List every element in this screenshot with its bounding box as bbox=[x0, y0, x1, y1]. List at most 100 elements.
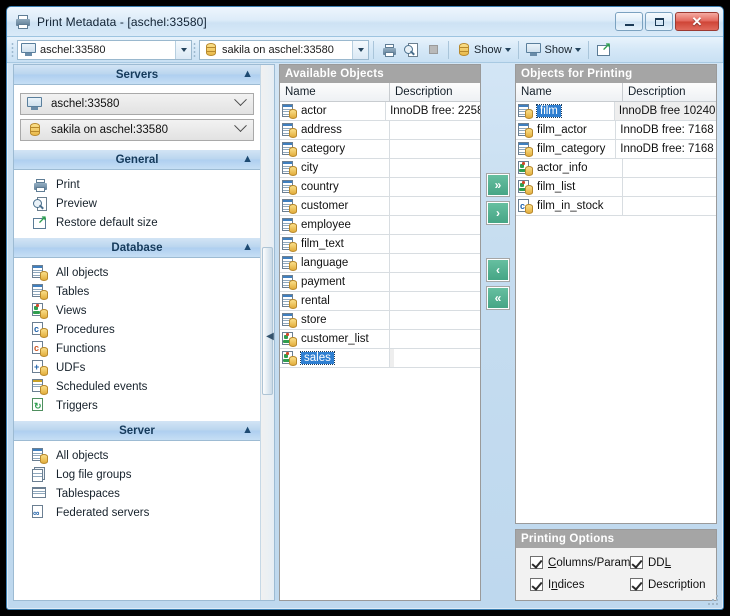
sidebar-section-general-header[interactable]: General ▲ bbox=[14, 150, 260, 170]
table-row[interactable]: customer_list bbox=[280, 330, 480, 349]
table-row[interactable]: language bbox=[280, 254, 480, 273]
preview-button[interactable] bbox=[400, 40, 422, 60]
move-left-button[interactable]: ‹ bbox=[487, 259, 509, 281]
table-row[interactable]: actor_info bbox=[516, 159, 716, 178]
chevron-up-icon-3[interactable]: ▲ bbox=[242, 242, 253, 253]
sidebar-item-udfs[interactable]: + UDFs bbox=[14, 358, 260, 377]
sidebar-section-database-header[interactable]: Database ▲ bbox=[14, 238, 260, 258]
row-name: film bbox=[536, 104, 562, 118]
row-name: employee bbox=[301, 219, 351, 231]
close-button[interactable]: ✕ bbox=[675, 12, 719, 31]
chevron-up-icon[interactable]: ▲ bbox=[242, 69, 253, 80]
available-objects-header-row: Name Description bbox=[280, 83, 480, 102]
database-combo[interactable]: sakila on aschel:33580 bbox=[199, 39, 369, 60]
table-row[interactable]: address bbox=[280, 121, 480, 140]
sidebar-item-log-file-groups[interactable]: Log file groups bbox=[14, 465, 260, 484]
table-row[interactable]: film_text bbox=[280, 235, 480, 254]
toolbar-grip-2[interactable] bbox=[193, 41, 196, 58]
udf-icon: + bbox=[32, 359, 48, 376]
sidebar-item-restore-default-size[interactable]: ↗ Restore default size bbox=[14, 213, 260, 232]
sidebar-item-tables-label: Tables bbox=[56, 285, 90, 298]
print-button[interactable] bbox=[378, 40, 400, 60]
minimize-button[interactable] bbox=[615, 12, 643, 31]
table-row[interactable]: actor InnoDB free: 2258 bbox=[280, 102, 480, 121]
table-row[interactable]: c film_in_stock bbox=[516, 197, 716, 216]
sidebar-item-federated-servers[interactable]: ∞ Federated servers bbox=[14, 503, 260, 522]
chevron-down-icon-3[interactable] bbox=[504, 47, 511, 52]
objects-for-printing-col-description[interactable]: Description bbox=[623, 83, 716, 101]
sidebar-section-server-header[interactable]: Server ▲ bbox=[14, 421, 260, 441]
check-icon-indices bbox=[530, 578, 543, 591]
table-row[interactable]: film InnoDB free 10240 k bbox=[516, 102, 716, 121]
restore-size-icon: ↗ bbox=[596, 41, 612, 58]
table-row[interactable]: customer bbox=[280, 197, 480, 216]
sidebar-section-servers-header[interactable]: Servers ▲ bbox=[14, 65, 260, 85]
chevron-up-icon-4[interactable]: ▲ bbox=[242, 425, 253, 436]
table-row[interactable]: category bbox=[280, 140, 480, 159]
restore-default-size-button[interactable]: ↗ bbox=[593, 40, 615, 60]
table-icon bbox=[518, 103, 533, 119]
table-row[interactable]: payment bbox=[280, 273, 480, 292]
move-all-left-button[interactable]: « bbox=[487, 287, 509, 309]
chevron-down-icon-2[interactable] bbox=[352, 40, 368, 59]
server-combo[interactable]: aschel:33580 bbox=[17, 39, 192, 60]
sidebar-collapse-handle[interactable]: ◀ bbox=[265, 317, 274, 355]
table-row[interactable]: employee bbox=[280, 216, 480, 235]
chevron-down-icon-6[interactable] bbox=[234, 119, 247, 133]
chevron-down-icon[interactable] bbox=[175, 40, 191, 59]
sidebar-item-procedures[interactable]: c Procedures bbox=[14, 320, 260, 339]
chevron-up-icon-2[interactable]: ▲ bbox=[242, 154, 253, 165]
view-icon bbox=[518, 179, 533, 195]
toolbar-grip[interactable] bbox=[11, 41, 14, 58]
sidebar-item-tables[interactable]: Tables bbox=[14, 282, 260, 301]
sidebar-database-combo[interactable]: sakila on aschel:33580 bbox=[20, 119, 254, 141]
checkbox-description[interactable]: Description bbox=[630, 578, 710, 591]
checkbox-columns-params[interactable]: Columns/Param bbox=[530, 556, 630, 569]
maximize-button[interactable] bbox=[645, 12, 673, 31]
table-row[interactable]: city bbox=[280, 159, 480, 178]
table-icon bbox=[282, 217, 297, 233]
resize-grip[interactable] bbox=[706, 593, 720, 607]
sidebar-item-print[interactable]: Print bbox=[14, 175, 260, 194]
available-objects-col-name[interactable]: Name bbox=[280, 83, 390, 101]
sidebar-item-udfs-label: UDFs bbox=[56, 361, 86, 374]
checkbox-description-label: Description bbox=[648, 578, 706, 591]
sidebar-item-views[interactable]: Views bbox=[14, 301, 260, 320]
sidebar-item-tablespaces[interactable]: Tablespaces bbox=[14, 484, 260, 503]
sidebar-item-server-all-objects-label: All objects bbox=[56, 449, 109, 462]
show-database-objects-button[interactable]: Show bbox=[453, 40, 514, 60]
table-row[interactable]: sales bbox=[280, 349, 480, 368]
checkbox-ddl[interactable]: DDL bbox=[630, 556, 710, 569]
table-row[interactable]: rental bbox=[280, 292, 480, 311]
table-row[interactable]: store bbox=[280, 311, 480, 330]
row-name: film_category bbox=[537, 143, 606, 155]
table-row[interactable]: film_actor InnoDB free: 7168 k bbox=[516, 121, 716, 140]
toolbar-separator-2 bbox=[448, 40, 449, 59]
sidebar-item-scheduled-events[interactable]: Scheduled events bbox=[14, 377, 260, 396]
sidebar-server-combo[interactable]: aschel:33580 bbox=[20, 93, 254, 115]
table-row[interactable]: film_category InnoDB free: 7168 k bbox=[516, 140, 716, 159]
objects-for-printing-col-name[interactable]: Name bbox=[516, 83, 623, 101]
objects-for-printing-header-row: Name Description bbox=[516, 83, 716, 102]
move-right-button[interactable]: › bbox=[487, 202, 509, 224]
sidebar-item-preview[interactable]: Preview bbox=[14, 194, 260, 213]
sidebar-item-db-all-objects[interactable]: All objects bbox=[14, 263, 260, 282]
main-toolbar: aschel:33580 sakila on aschel:33580 Show… bbox=[7, 37, 723, 63]
row-name: category bbox=[301, 143, 346, 155]
chevron-down-icon-5[interactable] bbox=[234, 93, 247, 107]
show-server-objects-button[interactable]: Show bbox=[523, 40, 585, 60]
available-objects-col-description[interactable]: Description bbox=[390, 83, 480, 101]
checkbox-indices[interactable]: Indices bbox=[530, 578, 626, 591]
available-objects-grid[interactable]: Name Description actor InnoDB free: 2258 a… bbox=[280, 83, 480, 600]
sidebar-item-server-all-objects[interactable]: All objects bbox=[14, 446, 260, 465]
objects-for-printing-grid[interactable]: Name Description film InnoDB free 10240 k… bbox=[516, 83, 716, 523]
sidebar-item-functions[interactable]: c Functions bbox=[14, 339, 260, 358]
table-row[interactable]: film_list bbox=[516, 178, 716, 197]
move-all-right-button[interactable]: » bbox=[487, 174, 509, 196]
sidebar-section-server-title: Server bbox=[119, 424, 155, 437]
table-row[interactable]: country bbox=[280, 178, 480, 197]
printing-options-body: Columns/Param DDL Indices Description bbox=[516, 548, 716, 600]
sidebar-item-triggers[interactable]: ↻ Triggers bbox=[14, 396, 260, 415]
chevron-down-icon-4[interactable] bbox=[575, 47, 582, 52]
table-icon bbox=[282, 103, 297, 119]
